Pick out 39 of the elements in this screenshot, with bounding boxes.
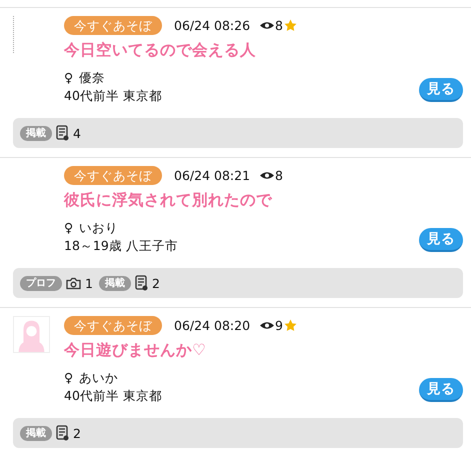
view-button[interactable]: 見る [419,78,463,102]
view-count: 8 [275,18,283,32]
document-icon [134,275,148,291]
document-icon [56,125,69,141]
camera-icon [66,276,81,290]
eye-icon [260,170,274,180]
age-location: 18～19歳 八王子市 [64,238,178,255]
tag-label: 掲載 [20,126,52,140]
eye-icon [260,20,274,30]
view-button[interactable]: 見る [419,378,463,402]
view-count: 8 [275,168,283,182]
view-button[interactable]: 見る [419,228,463,252]
user-name: いおり [79,220,118,237]
category-badge: 今すぐあそぼ [64,166,162,184]
category-badge: 今すぐあそぼ [64,16,162,34]
tag-label: プロフ [20,276,62,290]
document-icon [56,425,69,441]
age-location: 40代前半 東京都 [64,88,162,105]
post-title: 彼氏に浮気されて別れたので [64,190,273,211]
user-name: 優奈 [79,70,106,87]
age-location: 40代前半 東京都 [64,388,162,405]
gender-symbol: ♀ [64,220,74,237]
gender-symbol: ♀ [64,370,74,387]
post-count: 2 [152,276,160,290]
view-count: 9 [275,318,283,332]
category-badge: 今すぐあそぼ [64,316,162,334]
post-time: 06/24 08:20 [174,318,250,332]
post-time: 06/24 08:21 [174,168,250,182]
post-count: 2 [73,426,81,440]
user-name: あいか [79,370,118,387]
post-title: 今日遊びませんか♡ [64,340,207,361]
post-time: 06/24 08:26 [174,18,250,32]
tag-label: 掲載 [98,276,131,290]
tag-label: 掲載 [20,426,52,440]
post-title: 今日空いてるので会える人 [64,40,257,61]
gender-symbol: ♀ [64,70,74,87]
photo-count: 1 [85,276,93,290]
eye-icon [260,320,274,330]
post-count: 4 [73,126,81,140]
